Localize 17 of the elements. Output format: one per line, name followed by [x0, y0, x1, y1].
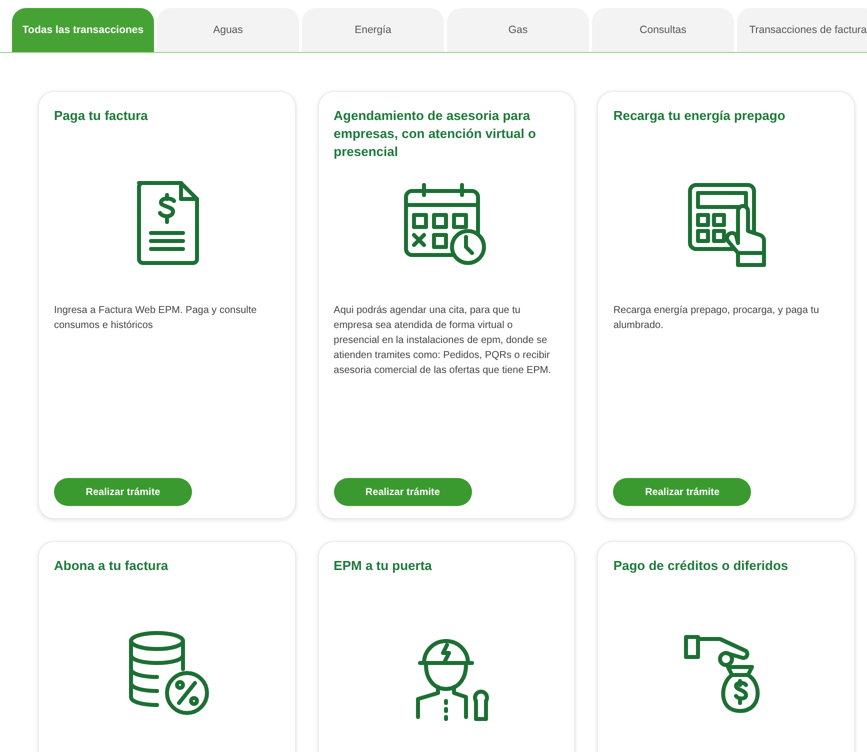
- card-title: Abona a tu factura: [54, 557, 170, 575]
- category-tab[interactable]: Energía: [302, 8, 444, 52]
- card-title: Paga tu factura: [54, 107, 149, 125]
- card-title: EPM a tu puerta: [334, 557, 433, 575]
- action-button[interactable]: Realizar trámite: [613, 478, 752, 506]
- card-title: Pago de créditos o diferidos: [613, 557, 790, 575]
- card-description: Ingresa a Factura Web EPM. Paga y consulte consumos e históricos: [54, 304, 258, 333]
- category-tab[interactable]: Transacciones de factura: [737, 8, 867, 52]
- action-button[interactable]: Realizar trámite: [54, 478, 192, 506]
- category-tab[interactable]: Consultas: [592, 8, 734, 52]
- card-title: Agendamiento de asesoria para empresas, con atención virtual o presencial: [334, 107, 537, 161]
- card-title: Recarga tu energía prepago: [613, 107, 786, 125]
- category-tab[interactable]: Aguas: [157, 8, 299, 52]
- card-description: Recarga energía prepago, procarga, y paga tu alumbrado.: [613, 304, 820, 333]
- action-button[interactable]: Realizar trámite: [334, 478, 472, 506]
- category-tab[interactable]: Gas: [447, 8, 589, 52]
- card-description: Aqui podrás agendar una cita, para que tu empresa sea atendida de forma virtual o presencial en la instalaciones de epm, donde se atienden tramites como: Pedidos, PQRs o recibir asesoria comercial de las ofertas que tiene EPM.: [334, 304, 552, 378]
